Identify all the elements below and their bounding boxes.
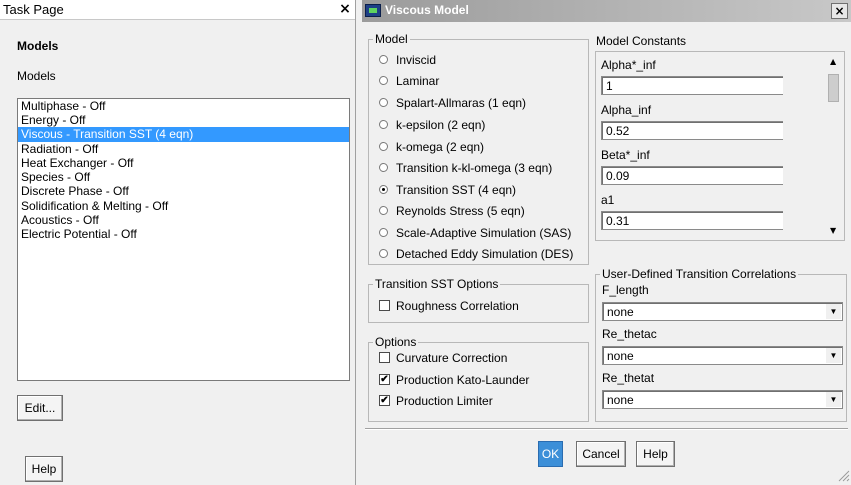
udtc-legend: User-Defined Transition Correlations <box>600 267 799 281</box>
viscous-model-dialog: Viscous Model × Model Inviscid Laminar S… <box>362 0 851 485</box>
list-item-energy[interactable]: Energy - Off <box>18 113 349 128</box>
scroll-down-icon[interactable]: ▼ <box>830 226 836 235</box>
checkbox-checked-icon: ✔ <box>379 374 390 385</box>
close-icon[interactable]: × <box>831 3 848 19</box>
help-button[interactable]: Help <box>25 456 63 482</box>
edit-button[interactable]: Edit... <box>17 395 63 421</box>
radio-icon <box>379 228 388 237</box>
re-thetat-label: Re_thetat <box>602 371 655 385</box>
radio-icon <box>379 55 388 64</box>
ok-button[interactable]: OK <box>538 441 563 467</box>
radio-icon <box>379 120 388 129</box>
page-heading: Models <box>17 39 59 53</box>
f-length-value: none <box>607 305 634 319</box>
alpha-star-inf-input[interactable]: 1 <box>601 76 783 95</box>
options-legend: Options <box>373 335 419 349</box>
models-list[interactable]: Multiphase - Off Energy - Off Viscous - … <box>17 98 350 381</box>
chevron-down-icon[interactable]: ▼ <box>826 304 841 319</box>
list-item-discrete-phase[interactable]: Discrete Phase - Off <box>18 184 349 199</box>
list-item-solidification[interactable]: Solidification & Melting - Off <box>18 199 349 214</box>
checkbox-icon <box>379 300 390 311</box>
dialog-titlebar[interactable]: Viscous Model × <box>362 0 851 22</box>
constant-name-a1: a1 <box>601 193 615 207</box>
scroll-up-icon[interactable]: ▲ <box>830 57 836 66</box>
constant-name-alpha-star-inf: Alpha*_inf <box>601 58 656 72</box>
list-item-heat-exchanger[interactable]: Heat Exchanger - Off <box>18 156 349 171</box>
list-item-acoustics[interactable]: Acoustics - Off <box>18 213 349 228</box>
f-length-label: F_length <box>602 283 649 297</box>
model-group-legend: Model <box>373 32 410 46</box>
chevron-down-icon[interactable]: ▼ <box>826 392 841 407</box>
scrollbar-thumb[interactable] <box>828 74 839 102</box>
re-thetac-value: none <box>607 349 634 363</box>
help-button[interactable]: Help <box>636 441 675 467</box>
options-group: Options Curvature Correction ✔ Production… <box>368 335 589 422</box>
beta-star-inf-input[interactable]: 0.09 <box>601 166 783 185</box>
transition-sst-options-legend: Transition SST Options <box>373 277 501 291</box>
app-icon <box>365 4 381 17</box>
user-defined-transition-correlations-group: User-Defined Transition Correlations F_l… <box>595 267 847 422</box>
radio-icon <box>379 163 388 172</box>
task-page-title: Task Page <box>3 2 64 17</box>
list-item-radiation[interactable]: Radiation - Off <box>18 142 349 157</box>
checkbox-icon <box>379 352 390 363</box>
radio-icon <box>379 206 388 215</box>
chevron-down-icon[interactable]: ▼ <box>826 348 841 363</box>
list-item-multiphase[interactable]: Multiphase - Off <box>18 99 349 114</box>
a1-input[interactable]: 0.31 <box>601 211 783 230</box>
task-page-panel: Task Page × Models Models Multiphase - O… <box>0 0 356 485</box>
re-thetat-value: none <box>607 393 634 407</box>
constants-scrollbar[interactable]: ▲ ▼ <box>825 52 844 240</box>
constant-name-beta-star-inf: Beta*_inf <box>601 148 650 162</box>
radio-icon <box>379 142 388 151</box>
model-constants-panel: Alpha*_inf 1 Alpha_inf 0.52 Beta*_inf 0.… <box>595 51 845 241</box>
task-page-titlebar: Task Page × <box>0 0 355 20</box>
dialog-separator <box>365 428 848 430</box>
list-item-electric-potential[interactable]: Electric Potential - Off <box>18 227 349 242</box>
close-icon[interactable]: × <box>336 1 354 18</box>
resize-grip-icon[interactable] <box>836 468 850 482</box>
re-thetac-label: Re_thetac <box>602 327 657 341</box>
models-list-label: Models <box>17 69 56 83</box>
dialog-title: Viscous Model <box>385 3 469 17</box>
f-length-select[interactable]: none ▼ <box>602 302 843 321</box>
constant-name-alpha-inf: Alpha_inf <box>601 103 652 117</box>
re-thetac-select[interactable]: none ▼ <box>602 346 843 365</box>
list-item-viscous[interactable]: Viscous - Transition SST (4 eqn) <box>18 127 349 142</box>
transition-sst-options-group: Transition SST Options Roughness Correla… <box>368 277 589 323</box>
radio-checked-icon <box>379 185 388 194</box>
list-item-species[interactable]: Species - Off <box>18 170 349 185</box>
re-thetat-select[interactable]: none ▼ <box>602 390 843 409</box>
radio-icon <box>379 76 388 85</box>
alpha-inf-input[interactable]: 0.52 <box>601 121 783 140</box>
checkbox-checked-icon: ✔ <box>379 395 390 406</box>
model-group: Model Inviscid Laminar Spalart-Allmaras … <box>368 32 589 265</box>
radio-icon <box>379 249 388 258</box>
radio-icon <box>379 98 388 107</box>
cancel-button[interactable]: Cancel <box>576 441 626 467</box>
model-constants-label: Model Constants <box>596 34 687 48</box>
